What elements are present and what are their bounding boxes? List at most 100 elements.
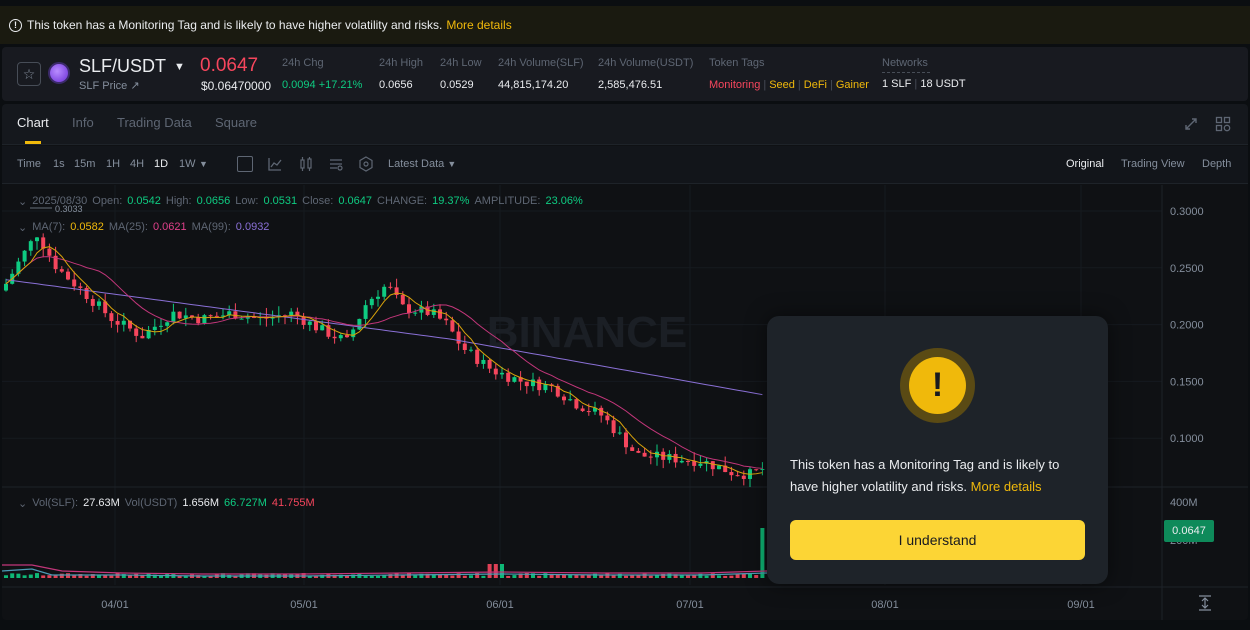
candle [456,331,461,344]
candle [537,379,542,391]
candle [735,475,740,477]
volume-bar [568,574,573,578]
candle [72,279,77,287]
scroll-to-latest-icon[interactable] [1198,595,1212,611]
volume-info: ⌄ Vol(SLF): 27.63M Vol(USDT) 1.656M 66.727… [18,497,315,510]
volume-bar [41,575,46,578]
volume-bar [723,575,728,578]
stat-24h-high: 24h High 0.0656 [379,57,424,91]
interval-1d[interactable]: 1D [154,158,168,170]
volume-bar [487,564,492,578]
panel-tabs: Chart Info Trading Data Square [2,104,1248,145]
candle [214,315,219,317]
candle [754,469,759,471]
tag-defi[interactable]: DeFi [804,79,827,91]
layout-grid-icon[interactable] [1215,116,1231,132]
price-axis-label: 0.1000 [1170,433,1204,445]
interval-dropdown-icon[interactable]: ▼ [199,159,208,169]
view-original[interactable]: Original [1066,158,1104,170]
tab-chart[interactable]: Chart [17,115,49,130]
candle [500,372,504,375]
tag-gainer[interactable]: Gainer [836,79,869,91]
chevron-down-icon[interactable]: ⌄ [18,195,27,208]
candle [171,311,176,323]
favorite-star-icon[interactable]: ☆ [17,62,41,86]
volume-bar [462,575,467,578]
candle-type-icon[interactable] [298,156,314,172]
candle [134,328,139,336]
candle [512,377,517,382]
expand-icon[interactable] [1183,116,1199,132]
candle [481,359,486,364]
i-understand-button[interactable]: I understand [790,520,1085,560]
alert-circle: ! [900,348,975,423]
candle [580,408,585,412]
candle [376,296,380,299]
volume-bar [84,575,89,578]
volume-bar [376,575,380,578]
modal-more-details-link[interactable]: More details [971,479,1042,494]
indicator-chart-icon[interactable] [267,156,283,172]
interval-time[interactable]: Time [17,158,41,170]
volume-bar [493,564,498,578]
drawing-tools-icon[interactable] [358,156,374,172]
candle [47,248,52,256]
candle [4,283,8,291]
candle [673,453,678,463]
monitoring-banner: ! This token has a Monitoring Tag and is… [0,6,1250,44]
candle [382,286,387,297]
calendar-icon[interactable] [237,156,253,172]
candle [41,237,46,249]
price-axis-label: 0.2500 [1170,263,1204,275]
candle [314,321,318,331]
banner-more-details-link[interactable]: More details [446,18,511,32]
chart-toolbar: Time 1s 15m 1H 4H 1D 1W ▼ Latest Data ▼ … [2,146,1248,184]
usd-price: $0.06470000 [201,79,272,93]
stat-24h-volume-usdt: 24h Volume(USDT) 2,585,476.51 [598,57,694,91]
volume-bar [16,573,21,578]
tab-info[interactable]: Info [72,115,94,130]
interval-1h[interactable]: 1H [106,158,120,170]
chevron-down-icon[interactable]: ⌄ [18,497,27,510]
candle [121,320,126,325]
volume-bar [686,575,690,578]
volume-bar [10,573,15,578]
price-axis-label: 0.3000 [1170,206,1204,218]
candle [574,399,579,409]
volume-bar [481,575,486,578]
interval-4h[interactable]: 4H [130,158,144,170]
candle [115,321,120,325]
candle [487,359,492,369]
interval-1w[interactable]: 1W [179,158,196,170]
candle [407,304,411,314]
tag-monitoring[interactable]: Monitoring [709,79,760,91]
coin-logo [48,62,70,84]
pair-selector[interactable]: SLF/USDT ▼ [79,56,185,77]
chevron-down-icon[interactable]: ⌄ [18,221,27,234]
view-depth[interactable]: Depth [1202,158,1231,170]
tag-seed[interactable]: Seed [769,79,795,91]
candle [679,460,684,463]
candle [667,453,672,460]
tab-trading-data[interactable]: Trading Data [117,115,192,130]
latest-data-dropdown[interactable]: Latest Data ▼ [388,158,456,170]
volume-bar [735,574,740,578]
candle [729,472,734,476]
interval-1s[interactable]: 1s [53,158,65,170]
monitoring-warning-modal: ! This token has a Monitoring Tag and is… [767,316,1108,584]
candle [388,286,393,288]
volume-bar [611,575,616,578]
candle [338,335,343,339]
volume-bar [648,575,653,578]
candle [568,399,573,401]
candle [462,343,467,351]
settings-sliders-icon[interactable] [328,156,344,172]
exclamation-icon: ! [909,357,966,414]
tab-square[interactable]: Square [215,115,257,130]
candle [320,325,325,331]
interval-15m[interactable]: 15m [74,158,95,170]
candle [363,305,368,319]
price-link[interactable]: SLF Price ↗ [79,79,140,92]
candle [710,461,715,470]
view-trading-view[interactable]: Trading View [1121,158,1185,170]
